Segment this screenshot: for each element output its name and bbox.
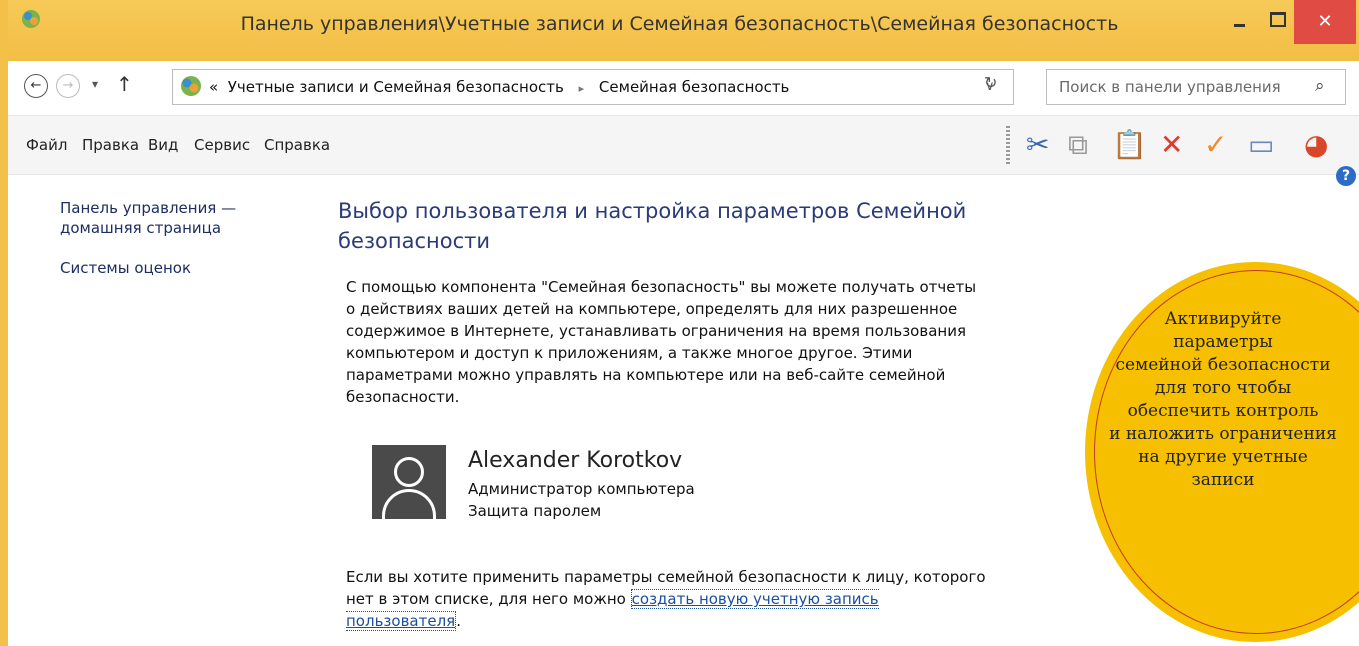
callout-line: на другие учетные <box>1138 447 1308 467</box>
menu-file[interactable]: Файл <box>26 136 67 154</box>
menu-edit[interactable]: Правка <box>82 136 139 154</box>
page-title: Выбор пользователя и настройка параметро… <box>338 199 967 253</box>
callout-line: семейной безопасности <box>1115 355 1331 375</box>
callout-line: и наложить ограничения <box>1109 424 1337 444</box>
color-wheel-icon[interactable]: ◕ <box>1304 128 1328 162</box>
close-button[interactable]: ✕ <box>1294 0 1356 44</box>
navigation-bar: ← → ▾ ↑ « Учетные записи и Семейная безо… <box>8 61 1359 115</box>
callout-line: для того чтобы <box>1154 378 1292 398</box>
sidebar-item-home[interactable]: Панель управления — домашняя страница <box>60 198 290 238</box>
user-role: Администратор компьютера <box>468 480 695 498</box>
search-placeholder: Поиск в панели управления <box>1059 78 1281 96</box>
callout-line: параметры <box>1173 332 1273 352</box>
callout-text: Активируйте параметры семейной безопасно… <box>1088 308 1358 492</box>
callout-line: обеспечить контроль <box>1127 401 1319 421</box>
footer-text: Если вы хотите применить параметры семей… <box>346 566 986 632</box>
page-description: С помощью компонента "Семейная безопасно… <box>346 278 977 406</box>
minimize-icon <box>1234 24 1245 27</box>
scissors-icon[interactable]: ✂ <box>1026 128 1049 162</box>
address-bar[interactable]: « Учетные записи и Семейная безопасность… <box>172 69 1014 105</box>
sidebar-item-ratings[interactable]: Системы оценок <box>60 258 290 278</box>
back-button[interactable]: ← <box>24 74 48 98</box>
breadcrumb-overflow[interactable]: « <box>209 78 218 96</box>
paste-icon[interactable]: 📋 <box>1112 128 1147 162</box>
user-avatar[interactable] <box>372 445 446 519</box>
check-icon[interactable]: ✓ <box>1204 128 1227 162</box>
menu-help[interactable]: Справка <box>264 136 330 154</box>
properties-icon[interactable]: ▭ <box>1248 128 1274 162</box>
callout-line: Активируйте <box>1164 309 1282 329</box>
window-frame-left <box>0 0 8 646</box>
title-bar: Панель управления\Учетные записи и Семей… <box>0 0 1359 62</box>
search-input[interactable]: Поиск в панели управления ⌕ <box>1046 69 1346 105</box>
help-icon[interactable]: ? <box>1336 166 1356 186</box>
breadcrumb-item-accounts[interactable]: Учетные записи и Семейная безопасность <box>228 78 564 96</box>
up-button[interactable]: ↑ <box>116 72 133 96</box>
menu-view[interactable]: Вид <box>148 136 178 154</box>
breadcrumb-separator-icon[interactable]: ▸ <box>569 82 595 95</box>
close-icon: ✕ <box>1317 11 1333 32</box>
menu-bar: Файл Правка Вид Сервис Справка ✂ ⧉ 📋 ✕ ✓… <box>8 115 1359 175</box>
breadcrumb: « Учетные записи и Семейная безопасность… <box>209 78 789 96</box>
breadcrumb-item-family-safety[interactable]: Семейная безопасность <box>599 78 789 96</box>
avatar-body <box>382 489 436 519</box>
callout-line: записи <box>1191 470 1255 490</box>
user-protection: Защита паролем <box>468 502 602 520</box>
toolbar-grip[interactable] <box>1006 126 1010 164</box>
window-title: Панель управления\Учетные записи и Семей… <box>240 13 1119 35</box>
recent-locations-dropdown[interactable]: ▾ <box>92 77 98 91</box>
menu-tools[interactable]: Сервис <box>194 136 250 154</box>
copy-icon[interactable]: ⧉ <box>1068 128 1088 162</box>
delete-icon[interactable]: ✕ <box>1160 128 1183 162</box>
user-name[interactable]: Alexander Korotkov <box>468 448 682 473</box>
refresh-button[interactable]: ↻ <box>984 73 997 92</box>
footer-text-end: . <box>456 612 461 630</box>
control-panel-icon <box>181 76 201 96</box>
search-icon[interactable]: ⌕ <box>1315 76 1325 96</box>
forward-button[interactable]: → <box>56 74 80 98</box>
avatar-head <box>394 457 424 487</box>
maximize-icon <box>1270 12 1286 27</box>
